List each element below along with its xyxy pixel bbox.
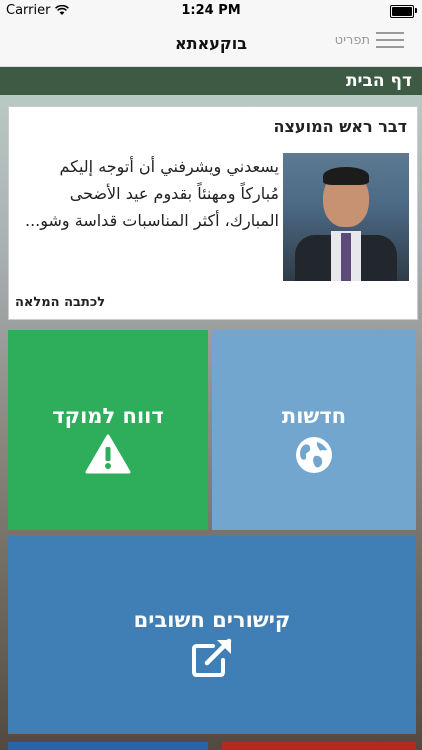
mayor-message-card[interactable]: דבר ראש המועצה يسعدني ويشرفني أن أتوجه إ… xyxy=(8,106,418,320)
menu-label: תפריט xyxy=(334,32,370,48)
warning-icon xyxy=(85,434,131,474)
message-excerpt: يسعدني ويشرفني أن أتوجه إليكم مُباركاً و… xyxy=(25,157,279,230)
status-bar: Carrier 1:24 PM xyxy=(0,0,422,22)
external-link-icon xyxy=(192,638,232,677)
battery-icon xyxy=(390,5,414,18)
menu-button[interactable]: תפריט xyxy=(335,32,404,48)
card-title: דבר ראש המועצה xyxy=(273,117,407,136)
important-links-tile-label: קישורים חשובים xyxy=(133,608,291,632)
page-header: דף הבית xyxy=(0,67,422,95)
news-tile-label: חדשות xyxy=(281,404,347,428)
next-tile-left[interactable] xyxy=(8,742,208,750)
globe-icon xyxy=(296,437,332,473)
hamburger-icon xyxy=(376,32,404,48)
page-title: דף הבית xyxy=(345,71,412,91)
clock: 1:24 PM xyxy=(181,3,241,18)
report-tile[interactable]: דווח למוקד xyxy=(8,330,208,530)
read-more-link[interactable]: לכתבה המלאה xyxy=(15,295,105,310)
navigation-bar: בוקעאתא תפריט xyxy=(0,22,422,67)
battery-tip xyxy=(415,8,417,13)
mayor-photo xyxy=(283,153,409,281)
next-tile-right[interactable] xyxy=(222,742,416,750)
report-tile-label: דווח למוקד xyxy=(52,404,164,428)
news-tile[interactable]: חדשות xyxy=(212,330,416,530)
important-links-tile[interactable]: קישורים חשובים xyxy=(8,536,416,734)
